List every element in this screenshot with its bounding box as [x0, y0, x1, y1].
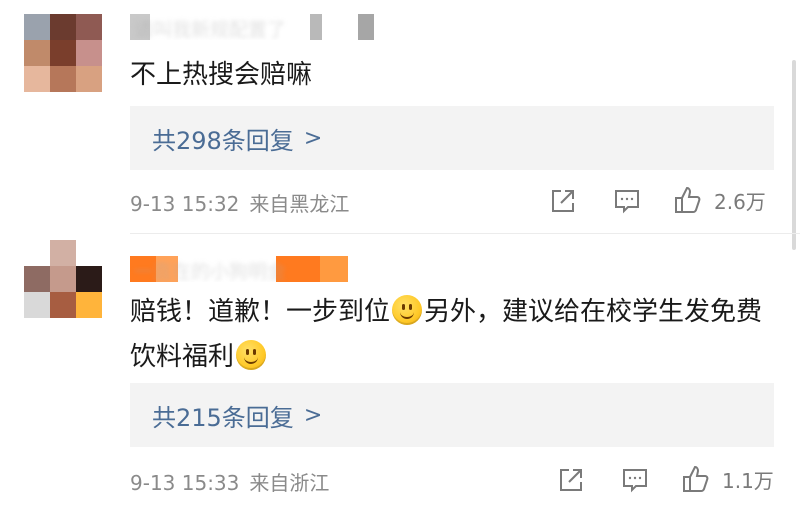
comment-item: 一直在的小狗明金 赔钱！道歉！一步到位 另外，建议给在校学生发免费饮料福利 共21…	[0, 238, 800, 515]
like-button[interactable]: 1.1万	[680, 463, 774, 495]
like-button[interactable]: 2.6万	[672, 184, 766, 216]
replies-count-label: 共298条回复	[152, 126, 294, 155]
thumbs-up-icon	[683, 465, 709, 492]
chevron-right-icon: >	[303, 125, 323, 151]
username[interactable]: 请叫我新规配置了	[130, 14, 380, 40]
thumbs-up-icon	[675, 186, 701, 213]
username[interactable]: 一直在的小狗明金	[130, 256, 360, 282]
timestamp: 9-13 15:33	[130, 471, 240, 495]
view-replies-button[interactable]: 共298条回复 >	[130, 106, 774, 170]
comment-icon[interactable]	[620, 465, 650, 495]
username-text: 一直在的小狗明金	[134, 261, 287, 282]
like-count: 1.1万	[722, 468, 774, 493]
comment-text: 赔钱！道歉！一步到位 另外，建议给在校学生发免费饮料福利	[130, 290, 780, 380]
location: 来自浙江	[249, 471, 330, 495]
smile-emoji-icon	[236, 340, 267, 370]
smile-emoji-icon	[392, 295, 423, 325]
comment-meta: 9-13 15:33 来自浙江	[130, 467, 329, 496]
chevron-right-icon: >	[303, 402, 323, 428]
timestamp: 9-13 15:32	[130, 192, 240, 216]
avatar[interactable]	[24, 240, 102, 318]
share-icon[interactable]	[548, 186, 578, 216]
view-replies-button[interactable]: 共215条回复 >	[130, 383, 774, 447]
comment-icon[interactable]	[612, 186, 642, 216]
comment-text-part: 赔钱！道歉！一步到位	[130, 297, 391, 327]
comment-text: 不上热搜会赔嘛	[130, 60, 313, 90]
comment-item: 请叫我新规配置了 不上热搜会赔嘛 共298条回复 > 9-13 15:32 来自黑…	[0, 0, 800, 234]
share-icon[interactable]	[556, 465, 586, 495]
avatar[interactable]	[24, 14, 102, 92]
username-text: 请叫我新规配置了	[134, 19, 287, 40]
replies-count-label: 共215条回复	[152, 403, 294, 432]
divider	[130, 233, 800, 234]
like-count: 2.6万	[714, 189, 766, 214]
location: 来自黑龙江	[249, 192, 350, 216]
comment-meta: 9-13 15:32 来自黑龙江	[130, 188, 349, 217]
